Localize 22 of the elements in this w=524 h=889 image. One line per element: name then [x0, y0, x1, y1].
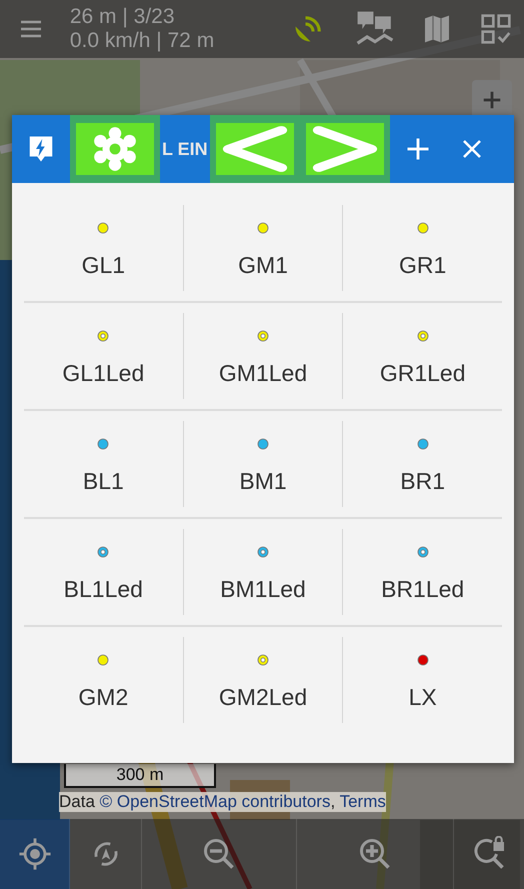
- dialog-title: L EIN: [161, 138, 209, 161]
- distance-text: 26 m | 3/23: [70, 5, 176, 29]
- device-item[interactable]: GM2: [24, 627, 183, 733]
- device-item[interactable]: GL1Led: [24, 303, 183, 409]
- osm-link[interactable]: © OpenStreetMap contributors: [100, 792, 330, 811]
- scale-bar: 300 m: [64, 764, 216, 788]
- device-item[interactable]: GR1Led: [343, 303, 502, 409]
- device-item[interactable]: BR1Led: [343, 519, 502, 625]
- device-item[interactable]: GM2Led: [184, 627, 342, 733]
- terms-link[interactable]: Terms: [340, 792, 386, 811]
- speed-text: 0.0 km/h | 72 m: [70, 29, 216, 53]
- device-item[interactable]: GM1: [184, 195, 342, 301]
- device-item[interactable]: BM1Led: [184, 519, 342, 625]
- device-item[interactable]: BL1: [24, 411, 183, 517]
- device-item[interactable]: BL1Led: [24, 519, 183, 625]
- device-item[interactable]: GR1: [343, 195, 502, 301]
- device-item[interactable]: BR1: [343, 411, 502, 517]
- device-item[interactable]: GM1Led: [184, 303, 342, 409]
- device-item[interactable]: BM1: [184, 411, 342, 517]
- attribution-text: Data © OpenStreetMap contributors, Terms: [59, 792, 386, 812]
- device-item[interactable]: LX: [343, 627, 502, 733]
- device-item[interactable]: GL1: [24, 195, 183, 301]
